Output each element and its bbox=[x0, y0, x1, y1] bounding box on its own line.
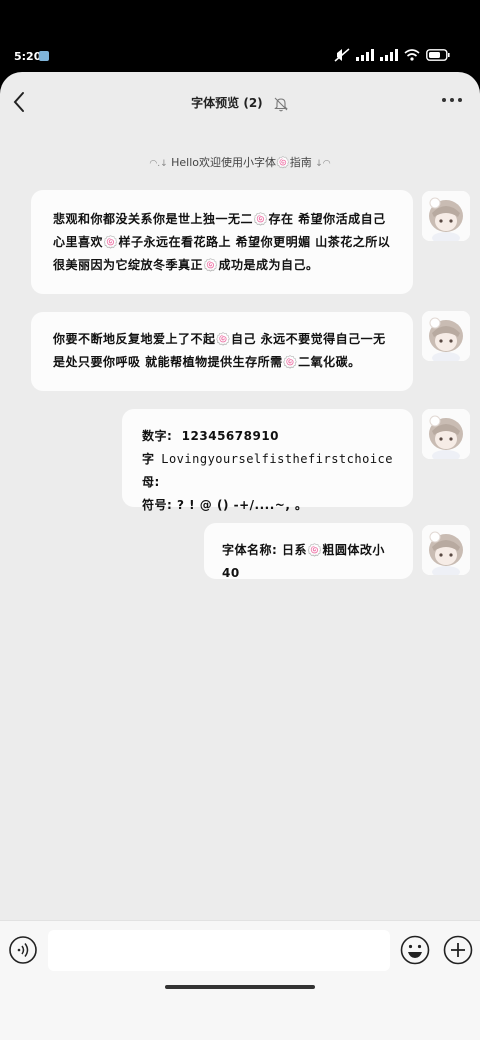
digits-row: 数字: 12345678910 bbox=[142, 425, 393, 448]
avatar-image bbox=[422, 311, 470, 361]
digits-label: 数字: bbox=[142, 429, 173, 443]
message-text: 字体名称: 日系🍥粗圆体改小40 bbox=[222, 543, 385, 580]
message-input[interactable] bbox=[48, 930, 390, 971]
avatar[interactable] bbox=[422, 191, 470, 241]
more-dot bbox=[442, 98, 446, 102]
letters-word: Loving bbox=[161, 452, 208, 466]
letters-word: the bbox=[284, 452, 309, 466]
emoji-icon bbox=[400, 935, 430, 965]
more-options-button[interactable] bbox=[442, 98, 462, 102]
decoration-icon: ◠.↓ bbox=[149, 159, 168, 169]
avatar-image bbox=[422, 191, 470, 241]
letters-word: choice bbox=[346, 452, 393, 466]
symbols-row: 符号: ? ! @ () -+/....~, 。 bbox=[142, 494, 393, 517]
avatar[interactable] bbox=[422, 409, 470, 459]
avatar-image bbox=[422, 525, 470, 575]
battery-icon bbox=[426, 49, 450, 61]
bell-off-icon bbox=[274, 97, 288, 111]
status-bar: 5:20 bbox=[0, 0, 480, 72]
symbols-value: ? ! @ () -+/....~, 。 bbox=[177, 498, 308, 512]
chat-header: 字体预览 (2) bbox=[0, 72, 480, 132]
letters-word: is bbox=[269, 452, 285, 466]
avatar-image bbox=[422, 409, 470, 459]
voice-icon bbox=[9, 936, 37, 964]
message-text: 悲观和你都没关系你是世上独一无二🍥存在 希望你活成自己心里喜欢🍥样子永远在看花路… bbox=[53, 212, 391, 272]
signal-icon bbox=[356, 49, 374, 61]
status-icons bbox=[334, 48, 450, 62]
status-time: 5:20 bbox=[14, 50, 42, 63]
app-notification-icon bbox=[39, 51, 49, 61]
letters-word: first bbox=[308, 452, 347, 466]
signal-icon-2 bbox=[380, 49, 398, 61]
digits-value: 12345678910 bbox=[181, 429, 280, 443]
message-bubble[interactable]: 悲观和你都没关系你是世上独一无二🍥存在 希望你活成自己心里喜欢🍥样子永远在看花路… bbox=[31, 190, 413, 294]
message-bubble[interactable]: 数字: 12345678910 字母: Loving yourself is t… bbox=[122, 409, 413, 512]
system-message-text: Hello欢迎使用小字体🍥指南 bbox=[171, 156, 312, 169]
chat-screen: 字体预览 (2) ◠.↓ Hello欢迎使用小字体🍥指南 ↓◠ 悲观和你都没关系… bbox=[0, 72, 480, 1040]
more-dot bbox=[458, 98, 462, 102]
message-text: 你要不断地反复地爱上了不起🍥自己 永远不要觉得自己一无是处只要你呼吸 就能帮植物… bbox=[53, 332, 386, 369]
more-dot bbox=[450, 98, 454, 102]
home-indicator[interactable] bbox=[165, 985, 315, 989]
letters-word: yourself bbox=[207, 452, 270, 466]
symbols-label: 符号: bbox=[142, 498, 173, 512]
decoration-icon: ↓◠ bbox=[315, 159, 331, 169]
letters-row: 字母: Loving yourself is the first choice bbox=[142, 448, 393, 494]
avatar[interactable] bbox=[422, 311, 470, 361]
plus-button[interactable] bbox=[442, 934, 474, 966]
avatar[interactable] bbox=[422, 525, 470, 575]
voice-button[interactable] bbox=[8, 935, 38, 965]
mute-status-icon bbox=[334, 48, 350, 62]
emoji-button[interactable] bbox=[399, 934, 431, 966]
chat-title: 字体预览 (2) bbox=[191, 96, 263, 110]
input-bar bbox=[0, 920, 480, 1040]
system-message: ◠.↓ Hello欢迎使用小字体🍥指南 ↓◠ bbox=[0, 154, 480, 170]
message-bubble[interactable]: 字体名称: 日系🍥粗圆体改小40 bbox=[204, 523, 413, 580]
plus-icon bbox=[443, 935, 473, 965]
chat-title-wrap: 字体预览 (2) bbox=[0, 94, 480, 112]
letters-label: 字母: bbox=[142, 452, 160, 489]
wifi-icon bbox=[404, 49, 420, 61]
message-bubble[interactable]: 你要不断地反复地爱上了不起🍥自己 永远不要觉得自己一无是处只要你呼吸 就能帮植物… bbox=[31, 312, 413, 391]
